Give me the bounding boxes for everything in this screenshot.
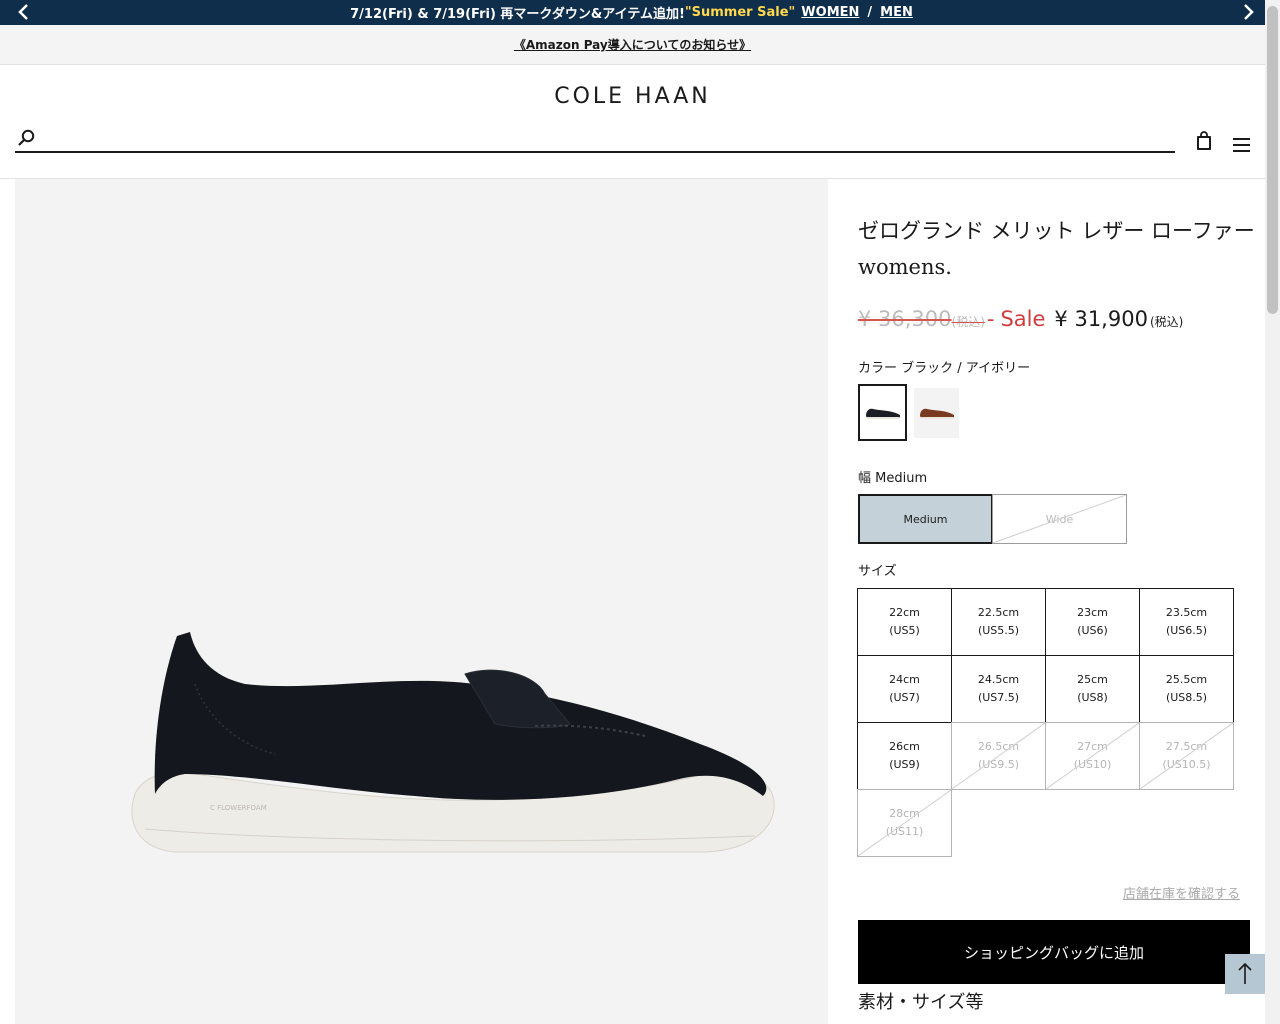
size-option[interactable]: 22.5cm (US5.5): [951, 588, 1046, 656]
sale-label: Sale: [1000, 307, 1046, 331]
sale-tax-label: (税込): [1149, 315, 1184, 329]
size-us: (US7.5): [977, 691, 1020, 704]
shopping-bag-icon[interactable]: [1195, 131, 1213, 151]
notice-bar: 《Amazon Pay導入についてのお知らせ》: [0, 25, 1265, 65]
add-to-bag-button[interactable]: ショッピングバッグに追加: [858, 920, 1250, 984]
promo-women-link[interactable]: WOMEN: [801, 5, 859, 20]
size-cm: 24cm: [889, 673, 920, 686]
size-option[interactable]: 25cm (US8): [1045, 655, 1140, 723]
width-option-wide[interactable]: Wide: [992, 494, 1127, 544]
size-us: (US5): [889, 624, 920, 637]
spec-section-title[interactable]: 素材・サイズ等: [858, 988, 983, 1014]
color-label: カラー ブラック / アイボリー: [858, 361, 1031, 376]
chevron-right-icon[interactable]: [1239, 3, 1257, 21]
size-option[interactable]: 22cm (US5): [857, 588, 952, 656]
size-us: (US9): [889, 758, 920, 771]
price-row: ¥ 36,300 (税込) - Sale ¥ 31,900 (税込): [858, 307, 1183, 331]
size-us: (US7): [889, 691, 920, 704]
search-icon[interactable]: [17, 129, 35, 147]
chevron-left-icon[interactable]: [15, 3, 33, 21]
product-title: ゼログランド メリット レザー ローファー: [858, 219, 1255, 243]
size-us: (US8.5): [1165, 691, 1208, 704]
product-subtitle: womens.: [858, 255, 952, 279]
color-swatch-black-ivory[interactable]: [858, 384, 907, 441]
color-swatch-brown[interactable]: [914, 388, 959, 438]
original-tax-label: (税込): [951, 315, 985, 329]
site-header: COLE HAAN: [0, 65, 1265, 179]
size-cm: 22.5cm: [977, 606, 1020, 619]
promo-bar: 7/12(Fri) & 7/19(Fri) 再マークダウン&アイテム追加! "S…: [0, 0, 1265, 25]
size-cm: 25cm: [1077, 673, 1108, 686]
promo-highlight: "Summer Sale": [684, 5, 796, 20]
back-to-top-button[interactable]: [1225, 954, 1265, 994]
store-stock-link[interactable]: 店舗在庫を確認する: [1123, 883, 1240, 902]
size-cm: 26.5cm: [977, 740, 1020, 753]
original-price: ¥ 36,300: [858, 307, 952, 331]
hamburger-menu-icon[interactable]: [1232, 137, 1252, 153]
width-label: 幅 Medium: [858, 471, 928, 486]
svg-text:C FLOWERFOAM: C FLOWERFOAM: [210, 804, 267, 812]
size-option[interactable]: 25.5cm (US8.5): [1139, 655, 1234, 723]
size-us: (US8): [1077, 691, 1108, 704]
size-option[interactable]: 24cm (US7): [857, 655, 952, 723]
search-input[interactable]: [43, 127, 1163, 151]
size-cm: 22cm: [889, 606, 920, 619]
arrow-up-icon: [1238, 962, 1252, 984]
size-option[interactable]: 23.5cm (US6.5): [1139, 588, 1234, 656]
size-us: (US11): [885, 825, 924, 838]
promo-separator: /: [867, 5, 873, 20]
product-image-gallery: C FLOWERFOAM: [15, 179, 828, 1024]
width-option-wide-label: Wide: [1045, 512, 1074, 526]
size-option[interactable]: 26cm (US9): [857, 722, 952, 790]
size-option-unavailable[interactable]: 26.5cm (US9.5): [951, 722, 1046, 790]
promo-men-link[interactable]: MEN: [880, 5, 913, 20]
brand-logo[interactable]: COLE HAAN: [0, 84, 1265, 109]
size-cm: 24.5cm: [977, 673, 1020, 686]
size-us: (US5.5): [977, 624, 1020, 637]
size-option[interactable]: 24.5cm (US7.5): [951, 655, 1046, 723]
size-us: (US6): [1077, 624, 1108, 637]
sale-price: ¥ 31,900: [1054, 307, 1148, 331]
promo-text: 7/12(Fri) & 7/19(Fri) 再マークダウン&アイテム追加!: [350, 7, 685, 22]
size-label: サイズ: [858, 564, 897, 579]
size-us: (US6.5): [1165, 624, 1208, 637]
scrollbar-thumb[interactable]: [1267, 6, 1278, 314]
size-us: (US9.5): [977, 758, 1020, 771]
page-scrollbar[interactable]: [1265, 0, 1280, 1024]
size-cm: 28cm: [889, 807, 920, 820]
size-us: (US10.5): [1162, 758, 1211, 771]
size-cm: 27cm: [1077, 740, 1108, 753]
size-cm: 27.5cm: [1165, 740, 1208, 753]
size-cm: 26cm: [889, 740, 920, 753]
size-option-unavailable[interactable]: 28cm (US11): [857, 789, 952, 857]
width-option-medium[interactable]: Medium: [858, 494, 993, 544]
search-bar: [15, 127, 1175, 153]
size-option-unavailable[interactable]: 27.5cm (US10.5): [1139, 722, 1234, 790]
price-dash: -: [986, 307, 995, 331]
size-cm: 25.5cm: [1165, 673, 1208, 686]
product-image: C FLOWERFOAM: [131, 632, 775, 853]
amazon-pay-notice-link[interactable]: 《Amazon Pay導入についてのお知らせ》: [514, 36, 751, 53]
size-option[interactable]: 23cm (US6): [1045, 588, 1140, 656]
size-us: (US10): [1073, 758, 1112, 771]
size-option-unavailable[interactable]: 27cm (US10): [1045, 722, 1140, 790]
size-cm: 23.5cm: [1165, 606, 1208, 619]
size-cm: 23cm: [1077, 606, 1108, 619]
